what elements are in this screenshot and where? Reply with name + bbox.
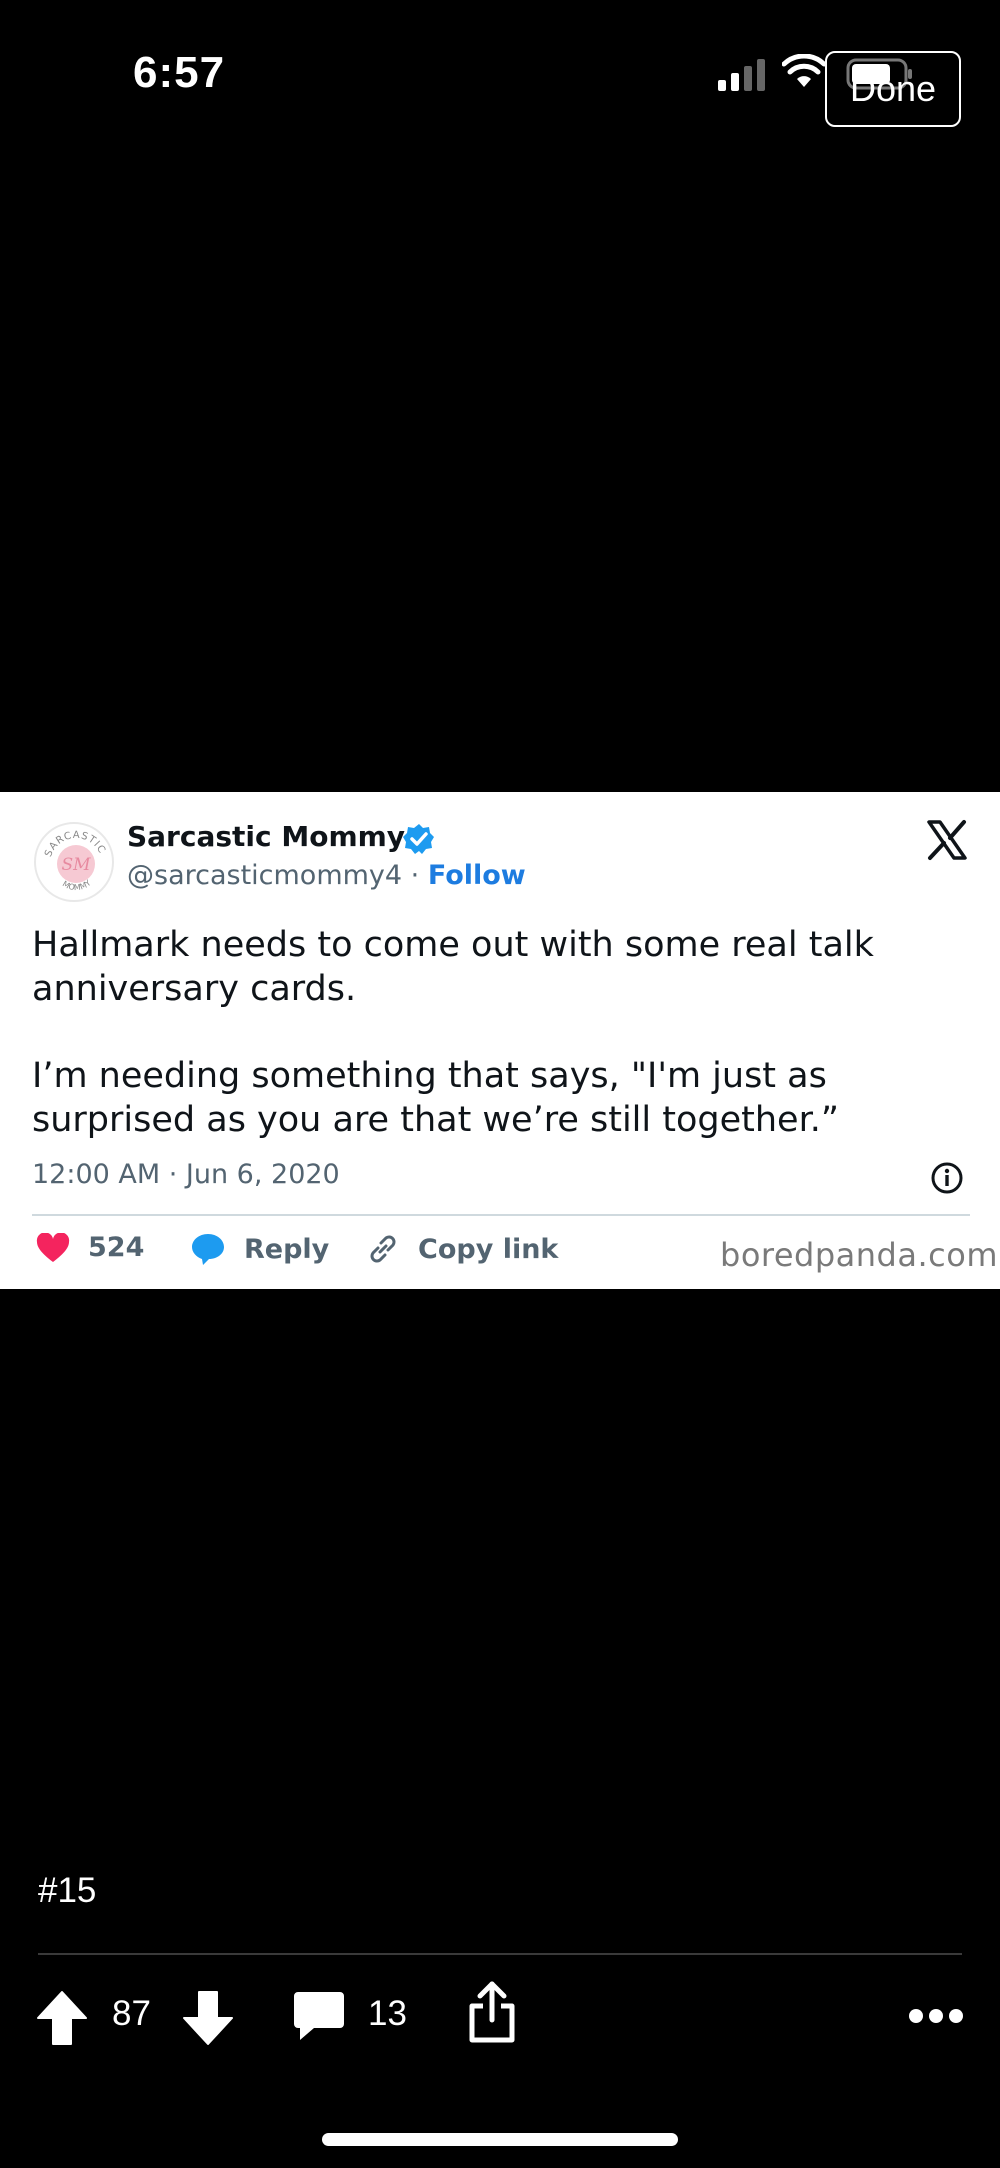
author-name[interactable]: Sarcastic Mommy (127, 820, 405, 853)
avatar: SARCASTIC MOMMY SM (34, 822, 114, 902)
tweet-paragraph: Hallmark needs to come out with some rea… (32, 925, 874, 1009)
like-count: 524 (88, 1232, 145, 1263)
x-logo-icon[interactable] (926, 819, 968, 861)
wifi-icon (782, 54, 826, 87)
reply-label: Reply (244, 1233, 330, 1265)
reply-action[interactable]: Reply (190, 1232, 329, 1266)
source-watermark: boredpanda.com (720, 1236, 998, 1274)
comment-icon[interactable] (292, 1990, 346, 2042)
home-indicator[interactable] (322, 2133, 678, 2146)
copy-link-label: Copy link (418, 1233, 559, 1265)
heart-icon (36, 1232, 70, 1262)
author-handle[interactable]: @sarcasticmommy4 (127, 860, 402, 891)
handle-separator: · (402, 860, 428, 891)
share-icon[interactable] (466, 1980, 518, 2044)
handle-row: @sarcasticmommy4 · Follow (127, 860, 526, 891)
upvote-icon[interactable] (36, 1990, 88, 2046)
reply-bubble-icon (192, 1234, 224, 1265)
svg-text:SM: SM (61, 855, 91, 875)
card-divider (32, 1214, 970, 1216)
downvote-icon[interactable] (182, 1990, 234, 2046)
follow-link[interactable]: Follow (428, 860, 526, 891)
tweet-paragraph: I’m needing something that says, "I'm ju… (32, 1056, 839, 1140)
upvote-count: 87 (112, 1994, 151, 2033)
link-icon (370, 1235, 396, 1263)
status-time: 6:57 (133, 48, 226, 97)
avatar-logo: SARCASTIC MOMMY SM (43, 830, 106, 892)
post-number: #15 (38, 1871, 97, 1910)
copy-link-action[interactable]: Copy link (366, 1232, 558, 1266)
more-options-icon[interactable] (908, 2004, 964, 2028)
footer-divider (38, 1953, 962, 1955)
done-button[interactable]: Done (825, 51, 961, 127)
comment-count: 13 (368, 1994, 407, 2033)
verified-badge-icon (403, 824, 434, 854)
tweet-text: Hallmark needs to come out with some rea… (32, 923, 982, 1142)
info-icon[interactable] (930, 1161, 964, 1195)
tweet-card: SARCASTIC MOMMY SM Sarcastic Mommy @sarc… (0, 792, 1000, 1289)
like-action[interactable]: 524 (36, 1232, 144, 1263)
tweet-timestamp[interactable]: 12:00 AM · Jun 6, 2020 (32, 1159, 340, 1190)
signal-icon (718, 59, 765, 91)
